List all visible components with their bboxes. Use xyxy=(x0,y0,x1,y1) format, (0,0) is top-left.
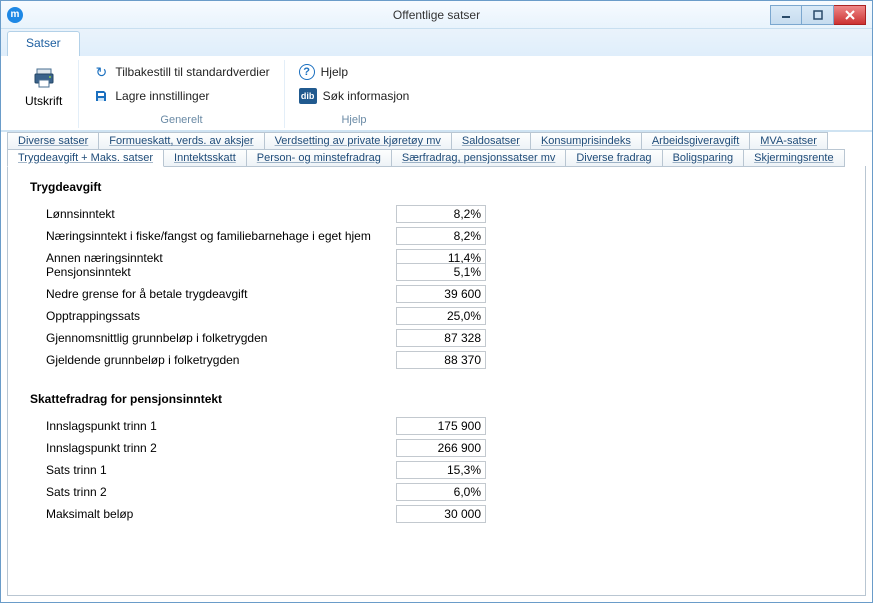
label-innslagspunkt-1: Innslagspunkt trinn 1 xyxy=(46,419,386,433)
app-window: m Offentlige satser Satser xyxy=(0,0,873,603)
section-skattefradrag-fields: Innslagspunkt trinn 1 Innslagspunkt trin… xyxy=(46,416,843,524)
tab-trygdeavgift[interactable]: Trygdeavgift + Maks. satser xyxy=(7,149,164,167)
minimize-button[interactable] xyxy=(770,5,802,25)
search-info-label: Søk informasjon xyxy=(323,89,410,103)
save-settings-button[interactable]: Lagre innstillinger xyxy=(89,86,273,106)
label-lonnsinntekt: Lønnsinntekt xyxy=(46,207,386,221)
field-gjennomsnittlig-grunnbelop: Gjennomsnittlig grunnbeløp i folketrygde… xyxy=(46,328,843,348)
label-maksimalt-belop: Maksimalt beløp xyxy=(46,507,386,521)
close-button[interactable] xyxy=(834,5,866,25)
help-label: Hjelp xyxy=(321,65,348,79)
tab-diverse-satser[interactable]: Diverse satser xyxy=(7,132,99,150)
input-sats-trinn-2[interactable] xyxy=(396,483,486,501)
help-button[interactable]: ? Hjelp xyxy=(295,62,414,82)
tab-person-minstefradrag[interactable]: Person- og minstefradrag xyxy=(246,149,392,167)
field-gjeldende-grunnbelop: Gjeldende grunnbeløp i folketrygden xyxy=(46,350,843,370)
reset-defaults-label: Tilbakestill til standardverdier xyxy=(115,65,269,79)
input-gjennomsnittlig-grunnbelop[interactable] xyxy=(396,329,486,347)
window-buttons xyxy=(770,5,866,25)
maximize-button[interactable] xyxy=(802,5,834,25)
input-innslagspunkt-1[interactable] xyxy=(396,417,486,435)
section-trygdeavgift-fields: Lønnsinntekt Næringsinntekt i fiske/fang… xyxy=(46,204,843,370)
field-opptrappingssats: Opptrappingssats xyxy=(46,306,843,326)
reset-defaults-button[interactable]: ↻ Tilbakestill til standardverdier xyxy=(89,62,273,82)
section-title-trygdeavgift: Trygdeavgift xyxy=(30,180,843,194)
tab-diverse-fradrag[interactable]: Diverse fradrag xyxy=(565,149,662,167)
tabs-row-2: Trygdeavgift + Maks. satser Inntektsskat… xyxy=(7,149,866,167)
input-opptrappingssats[interactable] xyxy=(396,307,486,325)
tab-arbeidsgiveravgift[interactable]: Arbeidsgiveravgift xyxy=(641,132,750,150)
field-lonnsinntekt: Lønnsinntekt xyxy=(46,204,843,224)
ribbon-group-general: ↻ Tilbakestill til standardverdier Lagre… xyxy=(79,60,284,128)
ribbon-group-general-label: Generelt xyxy=(160,110,202,126)
printer-icon xyxy=(32,66,56,90)
label-annen-naeringsinntekt: Annen næringsinntekt xyxy=(46,252,386,264)
search-info-button[interactable]: dib Søk informasjon xyxy=(295,86,414,106)
field-sats-trinn-2: Sats trinn 2 xyxy=(46,482,843,502)
input-sats-trinn-1[interactable] xyxy=(396,461,486,479)
field-naeringsinntekt-fiske: Næringsinntekt i fiske/fangst og familie… xyxy=(46,226,843,246)
field-pensjonsinntekt: Pensjonsinntekt xyxy=(46,262,843,282)
print-label: Utskrift xyxy=(25,94,62,108)
input-naeringsinntekt-fiske[interactable] xyxy=(396,227,486,245)
tab-skjermingsrente[interactable]: Skjermingsrente xyxy=(743,149,844,167)
app-icon: m xyxy=(7,7,23,23)
input-maksimalt-belop[interactable] xyxy=(396,505,486,523)
window-title: Offentlige satser xyxy=(393,8,480,22)
undo-icon: ↻ xyxy=(93,64,109,80)
label-gjennomsnittlig-grunnbelop: Gjennomsnittlig grunnbeløp i folketrygde… xyxy=(46,331,386,345)
print-button[interactable]: Utskrift xyxy=(19,62,68,110)
field-innslagspunkt-2: Innslagspunkt trinn 2 xyxy=(46,438,843,458)
input-lonnsinntekt[interactable] xyxy=(396,205,486,223)
save-settings-label: Lagre innstillinger xyxy=(115,89,209,103)
tab-saldosatser[interactable]: Saldosatser xyxy=(451,132,531,150)
ribbon-tab-satser[interactable]: Satser xyxy=(7,31,80,56)
label-opptrappingssats: Opptrappingssats xyxy=(46,309,386,323)
section-title-skattefradrag: Skattefradrag for pensjonsinntekt xyxy=(30,392,843,406)
field-innslagspunkt-1: Innslagspunkt trinn 1 xyxy=(46,416,843,436)
tab-inntektsskatt[interactable]: Inntektsskatt xyxy=(163,149,247,167)
field-sats-trinn-1: Sats trinn 1 xyxy=(46,460,843,480)
tab-saerfradrag[interactable]: Særfradrag, pensjonssatser mv xyxy=(391,149,566,167)
ribbon-tabstrip: Satser xyxy=(1,29,872,56)
label-gjeldende-grunnbelop: Gjeldende grunnbeløp i folketrygden xyxy=(46,353,386,367)
field-maksimalt-belop: Maksimalt beløp xyxy=(46,504,843,524)
input-innslagspunkt-2[interactable] xyxy=(396,439,486,457)
label-pensjonsinntekt: Pensjonsinntekt xyxy=(46,265,386,279)
ribbon-group-print: Utskrift xyxy=(9,60,79,128)
input-nedre-grense[interactable] xyxy=(396,285,486,303)
tab-verdsetting-kjoretoy[interactable]: Verdsetting av private kjøretøy mv xyxy=(264,132,452,150)
titlebar: m Offentlige satser xyxy=(1,1,872,29)
ribbon-group-help-label: Hjelp xyxy=(341,110,366,126)
help-icon: ? xyxy=(299,64,315,80)
label-naeringsinntekt-fiske: Næringsinntekt i fiske/fangst og familie… xyxy=(46,229,386,243)
search-info-icon: dib xyxy=(299,88,317,104)
content-area: Diverse satser Formueskatt, verds. av ak… xyxy=(1,131,872,602)
input-gjeldende-grunnbelop[interactable] xyxy=(396,351,486,369)
tab-konsumprisindeks[interactable]: Konsumprisindeks xyxy=(530,132,642,150)
field-nedre-grense: Nedre grense for å betale trygdeavgift xyxy=(46,284,843,304)
ribbon-group-help: ? Hjelp dib Søk informasjon Hjelp xyxy=(285,60,424,128)
label-nedre-grense: Nedre grense for å betale trygdeavgift xyxy=(46,287,386,301)
tab-panel-trygdeavgift: Trygdeavgift Lønnsinntekt Næringsinntekt… xyxy=(7,166,866,596)
input-pensjonsinntekt[interactable] xyxy=(396,263,486,281)
tab-mva-satser[interactable]: MVA-satser xyxy=(749,132,828,150)
ribbon: Utskrift ↻ Tilbakestill til standardverd… xyxy=(1,56,872,131)
save-icon xyxy=(93,88,109,104)
label-innslagspunkt-2: Innslagspunkt trinn 2 xyxy=(46,441,386,455)
tab-formueskatt[interactable]: Formueskatt, verds. av aksjer xyxy=(98,132,264,150)
label-sats-trinn-2: Sats trinn 2 xyxy=(46,485,386,499)
label-sats-trinn-1: Sats trinn 1 xyxy=(46,463,386,477)
tabs-row-1: Diverse satser Formueskatt, verds. av ak… xyxy=(7,132,866,150)
tab-boligsparing[interactable]: Boligsparing xyxy=(662,149,745,167)
